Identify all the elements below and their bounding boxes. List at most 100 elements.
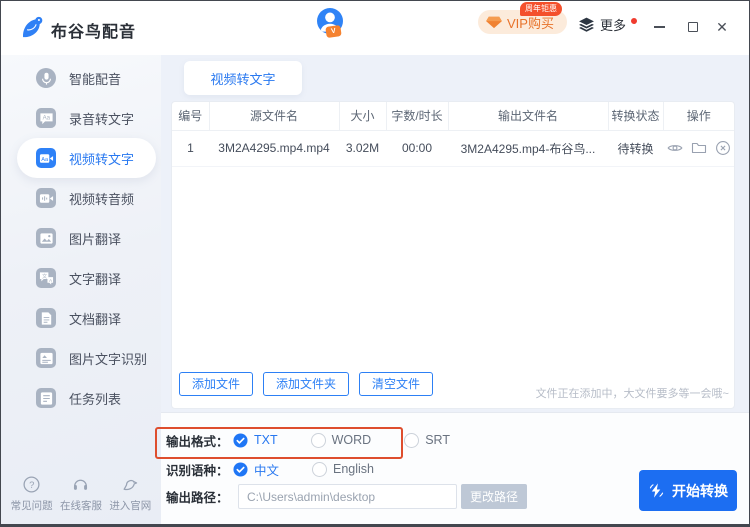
svg-text:Aa: Aa: [41, 156, 49, 162]
language-radio-chinese[interactable]: 中文: [233, 460, 279, 479]
radio-checked-icon: [233, 461, 248, 477]
file-table: 编号 源文件名 大小 字数/时长 输出文件名 转换状态 操作 1 3M2A429…: [172, 102, 734, 167]
cell-status: 待转换: [608, 130, 663, 167]
sidebar: 智能配音 Aa 录音转文字 Aa 视频转文字 视频转音频 图片翻译 文 A 文字…: [1, 55, 161, 524]
output-format-label: 输出格式：: [166, 434, 229, 449]
maximize-button[interactable]: [680, 14, 706, 40]
change-path-button[interactable]: 更改路径: [461, 484, 527, 509]
user-avatar[interactable]: V: [317, 8, 345, 38]
table-header-row: 编号 源文件名 大小 字数/时长 输出文件名 转换状态 操作: [172, 102, 734, 131]
minimize-button[interactable]: [646, 14, 672, 40]
avatar-vip-badge: V: [325, 25, 342, 38]
app-logo-bird-icon: [23, 16, 43, 38]
svg-text:?: ?: [29, 480, 34, 491]
sidebar-item-video-to-audio[interactable]: 视频转音频: [1, 178, 161, 218]
format-radio-word[interactable]: WORD: [310, 432, 372, 448]
language-english-label: English: [333, 462, 375, 476]
sidebar-item-label: 录音转文字: [69, 111, 135, 127]
sidebar-item-audio-to-text[interactable]: Aa 录音转文字: [1, 98, 161, 138]
adding-files-hint: 文件正在添加中，大文件要多等一会哦~: [535, 388, 729, 400]
language-radio-english[interactable]: English: [312, 461, 375, 477]
video-camera-aa-icon: Aa: [36, 148, 56, 168]
lightning-icon: [649, 483, 664, 498]
cell-words-duration: 00:00: [386, 130, 448, 167]
list-icon: [36, 388, 56, 408]
col-header-no: 编号: [172, 102, 210, 131]
radio-unchecked-icon: [404, 432, 420, 448]
svg-text:文: 文: [42, 272, 47, 280]
start-conversion-button[interactable]: 开始转换: [639, 470, 737, 511]
close-button[interactable]: ✕: [709, 14, 735, 40]
official-site-link[interactable]: 进入官网: [109, 475, 151, 513]
col-header-output: 输出文件名: [448, 102, 609, 131]
add-file-button[interactable]: 添加文件: [179, 372, 254, 396]
sidebar-item-document-translate[interactable]: 文档翻译: [1, 298, 161, 338]
headset-icon: [74, 479, 88, 490]
open-folder-icon[interactable]: [691, 140, 707, 156]
format-radio-srt[interactable]: SRT: [404, 432, 450, 448]
sidebar-item-label: 图片文字识别: [69, 351, 148, 367]
col-header-operations: 操作: [663, 102, 734, 131]
question-circle-icon: ?: [23, 476, 40, 493]
gem-icon: [486, 16, 502, 29]
translate-bubbles-icon: 文 A: [36, 268, 56, 288]
preview-eye-icon[interactable]: [667, 140, 683, 156]
sidebar-item-label: 智能配音: [69, 71, 122, 87]
sidebar-item-label: 任务列表: [69, 391, 122, 407]
online-support-link[interactable]: 在线客服: [60, 475, 102, 513]
language-row: 识别语种： 中文 English: [166, 457, 374, 481]
output-path-label: 输出路径：: [166, 491, 229, 505]
sidebar-item-image-translate[interactable]: 图片翻译: [1, 218, 161, 258]
sidebar-item-video-to-text[interactable]: Aa 视频转文字: [17, 138, 156, 178]
more-label: 更多: [600, 18, 627, 33]
picture-text-icon: [36, 348, 56, 368]
video-camera-audio-icon: [36, 188, 56, 208]
sidebar-item-task-list[interactable]: 任务列表: [1, 378, 161, 418]
main-content: 视频转文字 编号 源文件名 大小 字数/时长 输出文件名 转换状态 操作 1 3…: [161, 55, 749, 524]
add-folder-button[interactable]: 添加文件夹: [263, 372, 350, 396]
clear-files-button[interactable]: 清空文件: [359, 372, 434, 396]
anniversary-sale-badge: 周年钜惠: [520, 2, 562, 16]
col-header-source: 源文件名: [209, 102, 340, 131]
language-chinese-label: 中文: [254, 463, 280, 478]
col-header-words-duration: 字数/时长: [386, 102, 449, 131]
mic-icon: [36, 68, 56, 88]
output-path-input[interactable]: [238, 484, 457, 509]
picture-icon: [36, 228, 56, 248]
faq-link[interactable]: ? 常见问题: [11, 475, 53, 513]
notification-dot: [631, 17, 638, 24]
sidebar-footer: ? 常见问题 在线客服 进入官网: [1, 475, 161, 513]
sidebar-item-label: 文字翻译: [69, 271, 122, 287]
col-header-status: 转换状态: [608, 102, 664, 131]
file-table-card: 编号 源文件名 大小 字数/时长 输出文件名 转换状态 操作 1 3M2A429…: [171, 101, 735, 409]
sidebar-item-image-ocr[interactable]: 图片文字识别: [1, 338, 161, 378]
app-title: 布谷鸟配音: [51, 24, 137, 41]
remove-file-icon[interactable]: [715, 140, 731, 156]
document-icon: [36, 308, 56, 328]
sidebar-item-smart-dubbing[interactable]: 智能配音: [1, 58, 161, 98]
app-window: 布谷鸟配音 V VIP购买 周年钜惠 更多 ✕ 智能配音 Aa 录音转文字 Aa…: [0, 0, 750, 527]
options-panel: 输出格式： TXT WORD SRT 识别语种： 中文 English 输出路径…: [161, 412, 749, 524]
format-word-label: WORD: [331, 433, 372, 447]
radio-unchecked-icon: [312, 461, 328, 477]
layers-icon: [579, 17, 594, 32]
start-conversion-label: 开始转换: [672, 482, 728, 499]
tab-video-to-text[interactable]: 视频转文字: [184, 61, 302, 95]
sidebar-item-label: 图片翻译: [69, 231, 122, 247]
sidebar-item-label: 视频转文字: [69, 151, 135, 167]
language-label: 识别语种：: [166, 463, 229, 478]
radio-unchecked-icon: [310, 432, 326, 448]
row-operations: [663, 140, 734, 156]
format-radio-txt[interactable]: TXT: [233, 432, 278, 448]
faq-label: 常见问题: [10, 500, 53, 512]
file-buttons: 添加文件 添加文件夹 清空文件: [179, 372, 434, 396]
svg-text:Aa: Aa: [42, 114, 50, 121]
sidebar-item-label: 视频转音频: [69, 191, 135, 207]
format-srt-label: SRT: [425, 433, 450, 447]
sidebar-item-text-translate[interactable]: 文 A 文字翻译: [1, 258, 161, 298]
sidebar-item-label: 文档翻译: [69, 311, 122, 327]
online-support-label: 在线客服: [59, 500, 102, 512]
output-format-row: 输出格式： TXT WORD SRT: [166, 428, 450, 452]
more-menu-button[interactable]: 更多: [578, 15, 638, 34]
table-row: 1 3M2A4295.mp4.mp4 3.02M 00:00 3M2A4295.…: [172, 130, 734, 167]
